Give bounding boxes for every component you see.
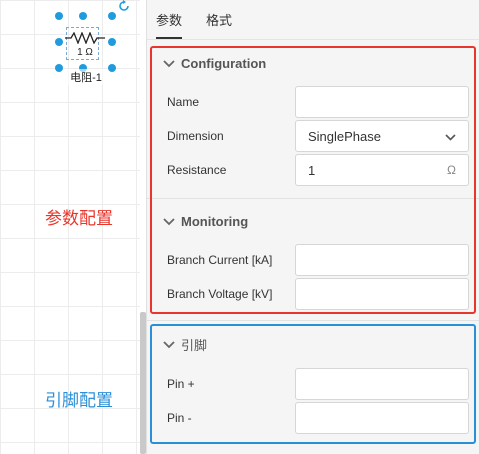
resistance-input-value: 1: [308, 162, 316, 178]
tab-parameters[interactable]: 参数: [156, 10, 182, 29]
resistance-unit: Ω: [447, 163, 456, 177]
resistor-symbol-icon: [65, 32, 105, 44]
branch-current-input[interactable]: [295, 244, 469, 276]
chevron-down-icon: [163, 337, 175, 352]
pin-minus-label: Pin -: [167, 411, 192, 425]
chevron-down-icon: [445, 129, 456, 144]
pins-title: 引脚: [181, 338, 208, 354]
section-divider: [147, 198, 479, 199]
branch-voltage-label: Branch Voltage [kV]: [167, 287, 273, 301]
pins-header[interactable]: 引脚: [163, 334, 207, 354]
resistance-label: Resistance: [167, 163, 227, 177]
section-divider: [147, 320, 479, 321]
resize-handle[interactable]: [108, 64, 116, 72]
name-input[interactable]: [295, 86, 469, 118]
resize-handle[interactable]: [55, 38, 63, 46]
dimension-select[interactable]: SinglePhase: [295, 120, 469, 152]
branch-voltage-input[interactable]: [295, 278, 469, 310]
branch-current-label: Branch Current [kA]: [167, 253, 273, 267]
schematic-canvas[interactable]: 1 Ω 电阻-1 参数配置 引脚配置: [0, 0, 140, 454]
property-panel: 参数 格式 Configuration Name Dimension Singl…: [147, 0, 479, 454]
dimension-select-value: SinglePhase: [308, 128, 381, 144]
rotate-icon[interactable]: [118, 0, 130, 12]
dimension-label: Dimension: [167, 129, 224, 143]
monitoring-title: Monitoring: [181, 213, 249, 229]
resize-handle[interactable]: [79, 12, 87, 20]
resize-handle[interactable]: [108, 12, 116, 20]
component-name-label: 电阻-1: [64, 69, 108, 85]
configuration-header[interactable]: Configuration: [163, 53, 266, 73]
active-tab-indicator: [156, 37, 182, 39]
chevron-down-icon: [163, 56, 175, 71]
resistor-component[interactable]: 1 Ω 电阻-1: [55, 0, 129, 85]
resistance-input[interactable]: 1 Ω: [295, 154, 469, 186]
chevron-down-icon: [163, 214, 175, 229]
panel-tabs: 参数 格式: [147, 0, 479, 40]
pin-minus-input[interactable]: [295, 402, 469, 434]
resistor-value-label: 1 Ω: [77, 47, 93, 58]
tab-format[interactable]: 格式: [206, 10, 232, 29]
monitoring-header[interactable]: Monitoring: [163, 211, 248, 231]
name-label: Name: [167, 95, 200, 109]
configuration-title: Configuration: [181, 55, 267, 71]
pin-plus-label: Pin +: [167, 377, 195, 391]
pin-config-annotation: 引脚配置: [45, 391, 113, 411]
param-config-annotation: 参数配置: [45, 209, 113, 229]
resize-handle[interactable]: [55, 12, 63, 20]
resize-handle[interactable]: [108, 38, 116, 46]
pin-plus-input[interactable]: [295, 368, 469, 400]
resize-handle[interactable]: [55, 64, 63, 72]
